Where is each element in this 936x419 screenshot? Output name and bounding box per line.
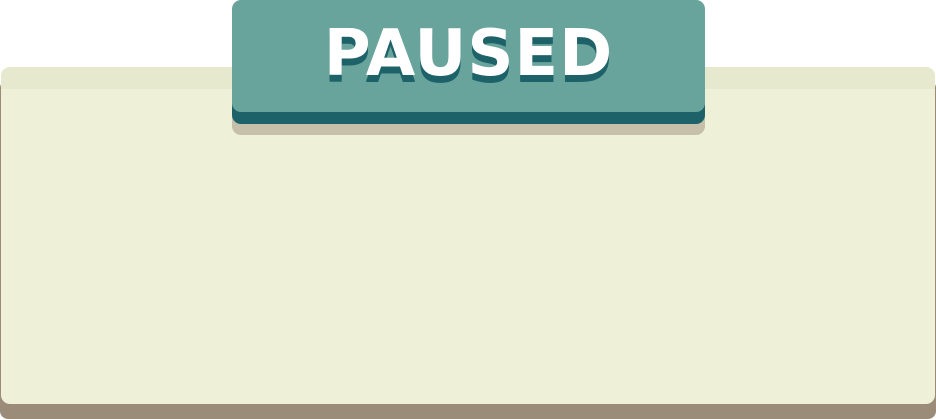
title-banner: PAUSED (232, 0, 705, 112)
paused-title: PAUSED (323, 17, 614, 91)
